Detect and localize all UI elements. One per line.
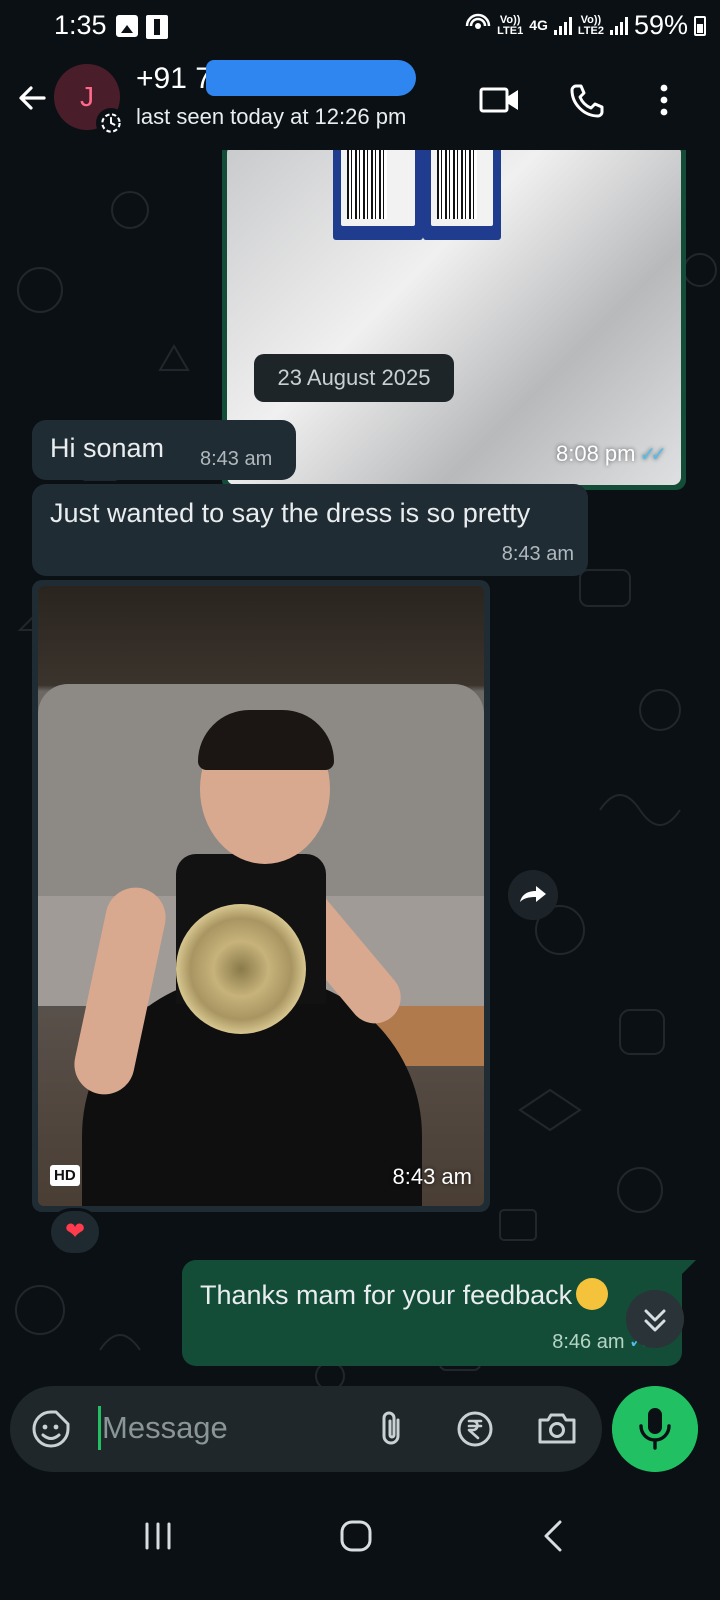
message-time: 8:08 pm ✓✓ bbox=[555, 441, 667, 466]
network-type: 4G bbox=[529, 17, 548, 33]
recent-apps-icon[interactable] bbox=[128, 1506, 188, 1566]
text-cursor bbox=[98, 1406, 101, 1450]
message-time: 8:43 am bbox=[200, 448, 273, 470]
battery-percent: 59% bbox=[633, 10, 688, 40]
shipping-label bbox=[423, 150, 501, 240]
system-nav-bar bbox=[0, 1478, 720, 1600]
rupee-payment-icon[interactable] bbox=[452, 1406, 498, 1452]
back-arrow-icon[interactable] bbox=[14, 80, 50, 116]
message-time: 8:43 am bbox=[501, 543, 574, 565]
incoming-message[interactable]: Just wanted to say the dress is so prett… bbox=[32, 484, 588, 576]
home-icon[interactable] bbox=[326, 1506, 386, 1566]
chat-area[interactable]: 8:08 pm ✓✓ 23 August 2025 Hi sonam 8:43 a… bbox=[0, 150, 720, 1390]
forward-icon[interactable] bbox=[508, 870, 558, 920]
read-ticks-icon: ✓✓ bbox=[639, 444, 666, 466]
smiling-face-with-hearts-icon bbox=[576, 1278, 609, 1310]
battery-icon bbox=[694, 15, 706, 36]
last-seen-status: last seen today at 12:26 pm bbox=[136, 104, 407, 129]
message-text: Just wanted to say the dress is so prett… bbox=[50, 498, 531, 528]
message-text: Thanks mam for your feedback bbox=[200, 1278, 609, 1311]
status-bar: 1:35 Vo)) LTE1 4G Vo)) LTE2 59% bbox=[0, 0, 720, 54]
gallery-notification-icon bbox=[116, 15, 138, 37]
sim1-volte: Vo)) LTE1 bbox=[497, 13, 524, 37]
video-call-icon[interactable] bbox=[478, 80, 522, 120]
signal-icon bbox=[609, 16, 628, 35]
date-separator: 23 August 2025 bbox=[254, 354, 454, 402]
disappearing-timer-icon bbox=[96, 108, 126, 138]
status-indicators: Vo)) LTE1 4G Vo)) LTE2 59% bbox=[465, 10, 706, 41]
scroll-down-icon[interactable] bbox=[626, 1290, 684, 1348]
heart-reaction[interactable]: ❤ bbox=[48, 1208, 102, 1256]
chat-header: J +91 72 last seen today at 12:26 pm bbox=[0, 54, 720, 150]
hd-badge: HD bbox=[50, 1165, 80, 1186]
sim2-volte: Vo)) LTE2 bbox=[577, 13, 604, 37]
signal-icon bbox=[553, 16, 572, 35]
message-text: Hi sonam bbox=[50, 433, 165, 463]
incoming-image-message[interactable]: HD 8:43 am bbox=[32, 580, 490, 1212]
mic-icon[interactable] bbox=[612, 1386, 698, 1472]
hotspot-icon bbox=[465, 13, 491, 29]
message-time: 8:43 am bbox=[392, 1164, 473, 1189]
app-notification-icon bbox=[146, 15, 168, 39]
camera-icon[interactable] bbox=[534, 1406, 580, 1452]
attach-icon[interactable] bbox=[368, 1406, 414, 1452]
message-input[interactable]: Message bbox=[102, 1410, 228, 1446]
outgoing-message[interactable]: Thanks mam for your feedback 8:46 am✓✓ bbox=[182, 1260, 696, 1366]
voice-call-icon[interactable] bbox=[566, 80, 610, 120]
shipping-label bbox=[333, 150, 423, 240]
name-redaction bbox=[206, 60, 416, 96]
message-composer: Message bbox=[10, 1386, 602, 1472]
system-back-icon[interactable] bbox=[524, 1506, 584, 1566]
more-options-icon[interactable] bbox=[642, 80, 686, 120]
incoming-message[interactable]: Hi sonam 8:43 am bbox=[32, 420, 296, 480]
dress-photo[interactable]: HD 8:43 am bbox=[38, 586, 484, 1206]
status-time: 1:35 bbox=[54, 10, 107, 40]
emoji-sticker-icon[interactable] bbox=[28, 1406, 74, 1452]
